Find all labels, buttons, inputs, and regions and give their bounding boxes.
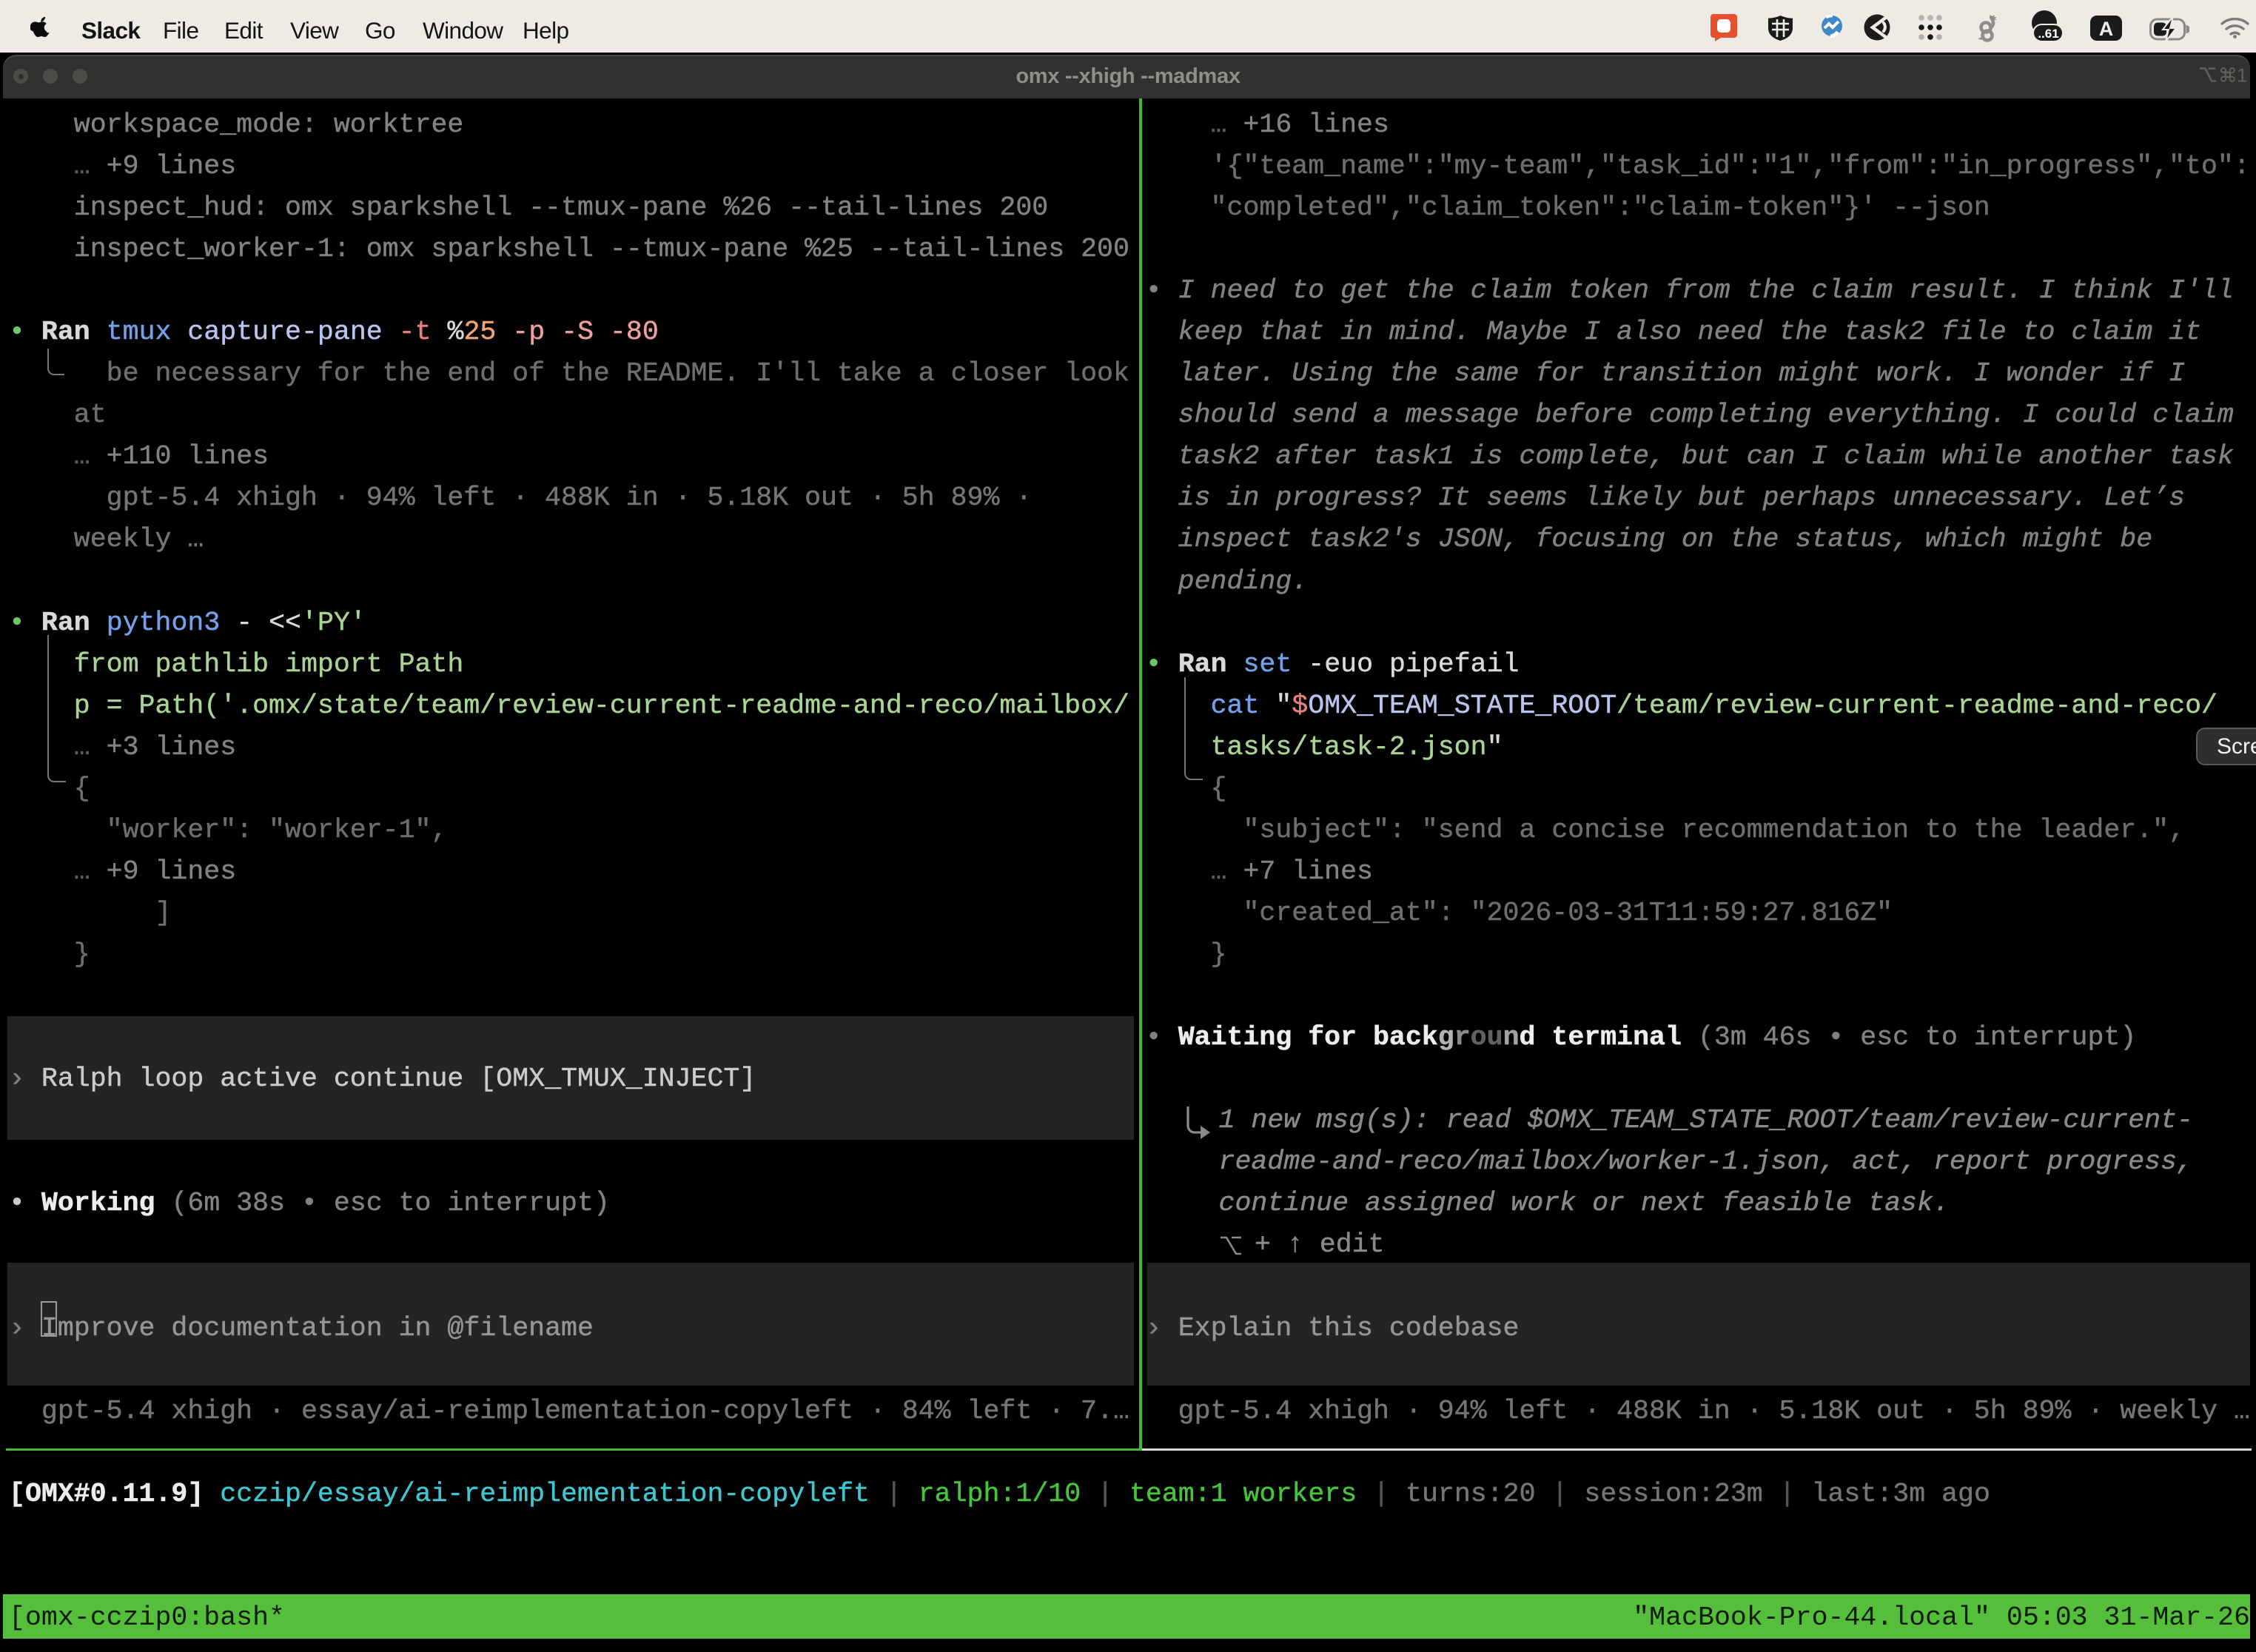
svg-text:A: A [2099, 18, 2114, 40]
svg-text:1: 1 [2237, 67, 2247, 83]
svg-text:..61: ..61 [2038, 27, 2058, 41]
